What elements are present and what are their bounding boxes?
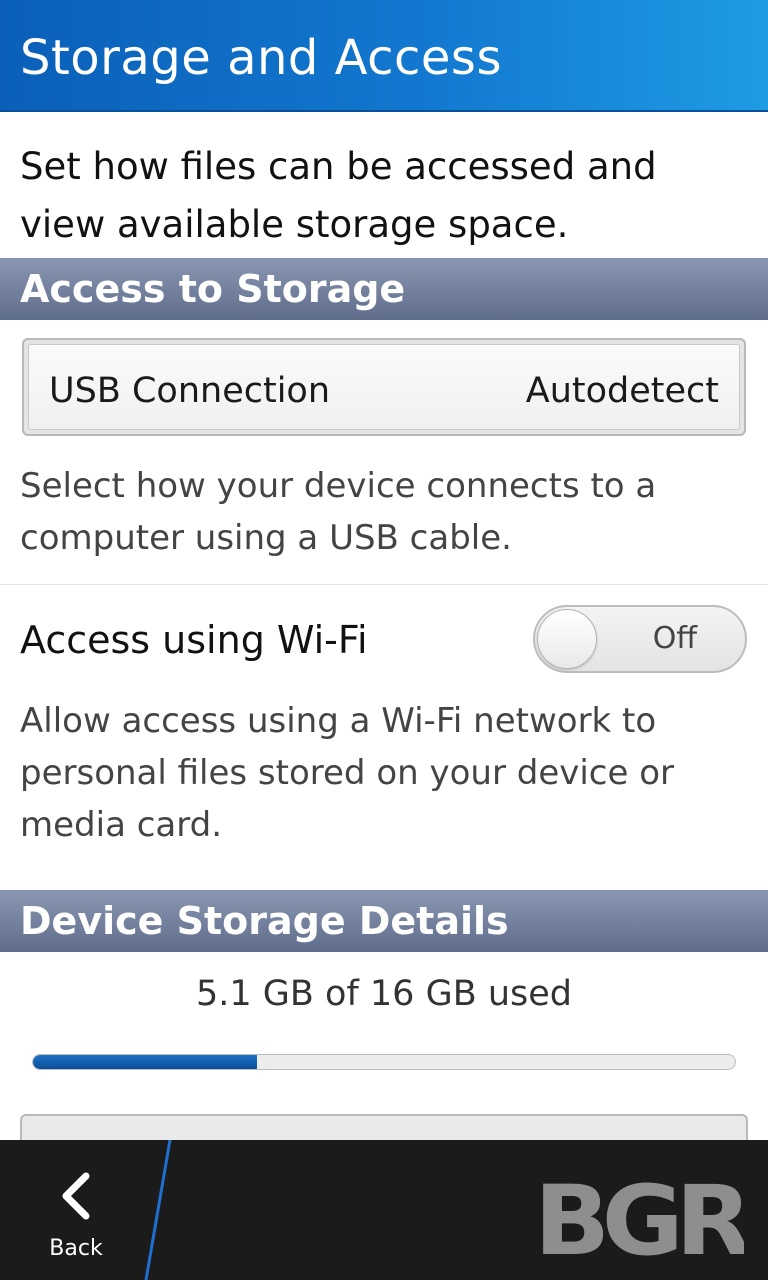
wifi-description: Allow access using a Wi-Fi network to pe…: [20, 701, 675, 845]
section-title-storage: Device Storage Details: [20, 899, 509, 943]
bgr-logo: BGR: [534, 1176, 744, 1260]
svg-text:BGR: BGR: [534, 1176, 744, 1260]
wifi-access-toggle[interactable]: Off: [533, 605, 747, 673]
usb-description: Select how your device connects to a com…: [20, 466, 657, 558]
action-bar-separator: [144, 1140, 172, 1280]
section-title-access: Access to Storage: [20, 267, 406, 311]
chevron-left-icon: [62, 1172, 90, 1220]
intro-text: Set how files can be accessed and view a…: [20, 145, 657, 246]
storage-progress-fill: [33, 1055, 257, 1069]
usb-connection-label: USB Connection: [49, 371, 331, 411]
section-header-access: Access to Storage: [0, 258, 768, 320]
title-bar: Storage and Access: [0, 0, 768, 112]
storage-progress-bar: [32, 1054, 736, 1070]
divider: [0, 584, 768, 585]
wifi-access-label: Access using Wi-Fi: [20, 618, 368, 662]
page-title: Storage and Access: [20, 30, 502, 86]
back-label: Back: [49, 1236, 103, 1261]
usb-connection-dropdown-face[interactable]: USB Connection Autodetect: [28, 344, 740, 430]
usb-connection-value: Autodetect: [525, 371, 719, 411]
storage-usage-text: 5.1 GB of 16 GB used: [196, 974, 572, 1014]
back-button[interactable]: Back: [0, 1140, 160, 1280]
section-header-storage: Device Storage Details: [0, 890, 768, 952]
toggle-state-label: Off: [652, 621, 697, 656]
toggle-knob[interactable]: [537, 609, 597, 669]
action-bar: Back BGR: [0, 1140, 768, 1280]
usb-connection-dropdown[interactable]: USB Connection Autodetect: [22, 338, 746, 436]
